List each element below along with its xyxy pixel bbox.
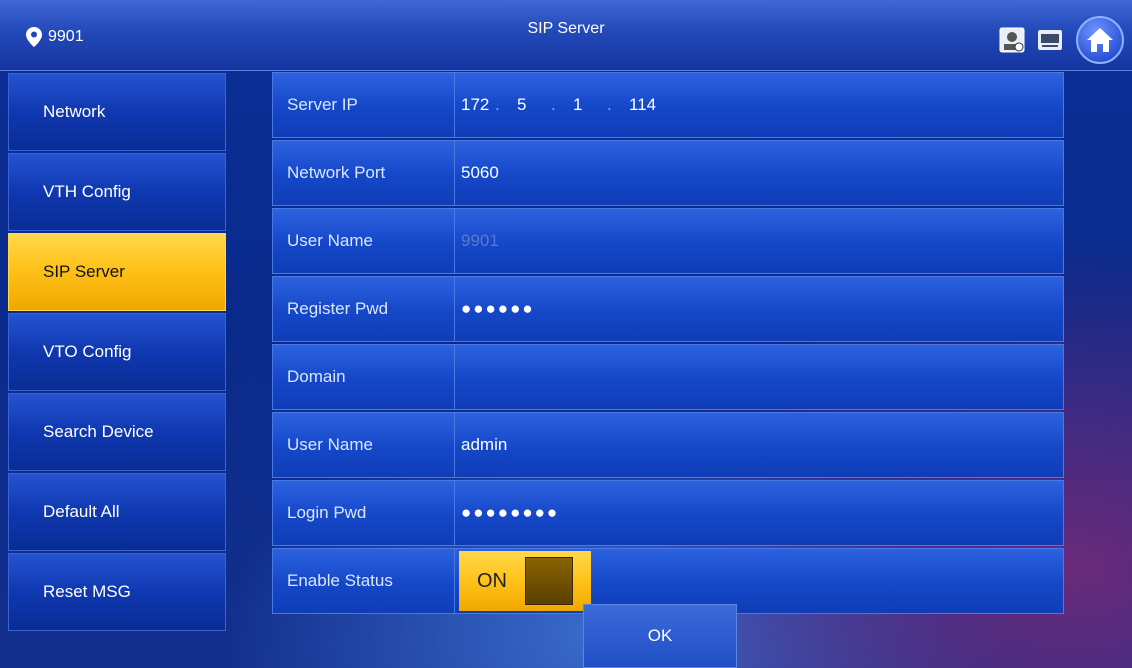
ip-separator: . <box>495 95 500 114</box>
enable-status-toggle[interactable]: ON <box>459 551 591 611</box>
server-ip-label: Server IP <box>273 73 455 137</box>
ip-octet-3[interactable]: 1 <box>573 95 607 115</box>
login-user-name-label: User Name <box>273 413 455 477</box>
sidebar-item-sip-server[interactable]: SIP Server <box>8 233 226 311</box>
login-pwd-field[interactable]: ●●●●●●●● <box>455 481 1063 545</box>
ok-button[interactable]: OK <box>583 604 737 668</box>
login-user-name-field[interactable]: admin <box>455 413 1063 477</box>
domain-field[interactable] <box>455 345 1063 409</box>
ip-separator: . <box>607 95 612 114</box>
user-name-row: User Name 9901 <box>272 208 1064 274</box>
monitor-icon[interactable] <box>1036 26 1066 54</box>
home-button[interactable] <box>1076 16 1124 64</box>
ip-octet-1[interactable]: 172 <box>461 95 495 115</box>
sip-server-form: Server IP 172 . 5 . 1 . 114 Network Port… <box>272 72 1064 616</box>
register-pwd-row: Register Pwd ●●●●●● <box>272 276 1064 342</box>
home-icon <box>1087 28 1113 52</box>
sidebar-item-reset-msg[interactable]: Reset MSG <box>8 553 226 631</box>
contact-card-icon[interactable] <box>998 26 1026 54</box>
sidebar-item-default-all[interactable]: Default All <box>8 473 226 551</box>
sidebar: Network VTH Config SIP Server VTO Config… <box>8 73 226 633</box>
ip-octet-4[interactable]: 114 <box>629 95 663 115</box>
domain-label: Domain <box>273 345 455 409</box>
network-port-field[interactable]: 5060 <box>455 141 1063 205</box>
toggle-state-label: ON <box>477 569 507 592</box>
enable-status-label: Enable Status <box>273 549 455 613</box>
user-name-field: 9901 <box>461 231 499 250</box>
ip-octet-2[interactable]: 5 <box>517 95 551 115</box>
domain-row: Domain <box>272 344 1064 410</box>
sidebar-item-network[interactable]: Network <box>8 73 226 151</box>
page-title: SIP Server <box>527 20 605 37</box>
network-port-label: Network Port <box>273 141 455 205</box>
sidebar-item-search-device[interactable]: Search Device <box>8 393 226 471</box>
ip-separator: . <box>551 95 556 114</box>
network-port-row: Network Port 5060 <box>272 140 1064 206</box>
server-ip-row: Server IP 172 . 5 . 1 . 114 <box>272 72 1064 138</box>
user-name-label: User Name <box>273 209 455 273</box>
register-pwd-field[interactable]: ●●●●●● <box>455 277 1063 341</box>
server-ip-field[interactable]: 172 . 5 . 1 . 114 <box>455 73 1063 137</box>
login-pwd-label: Login Pwd <box>273 481 455 545</box>
register-pwd-label: Register Pwd <box>273 277 455 341</box>
toggle-knob[interactable] <box>525 557 573 605</box>
login-pwd-row: Login Pwd ●●●●●●●● <box>272 480 1064 546</box>
top-bar: 9901 SIP Server <box>0 0 1132 71</box>
login-user-name-row: User Name admin <box>272 412 1064 478</box>
sidebar-item-vth-config[interactable]: VTH Config <box>8 153 226 231</box>
sidebar-item-vto-config[interactable]: VTO Config <box>8 313 226 391</box>
